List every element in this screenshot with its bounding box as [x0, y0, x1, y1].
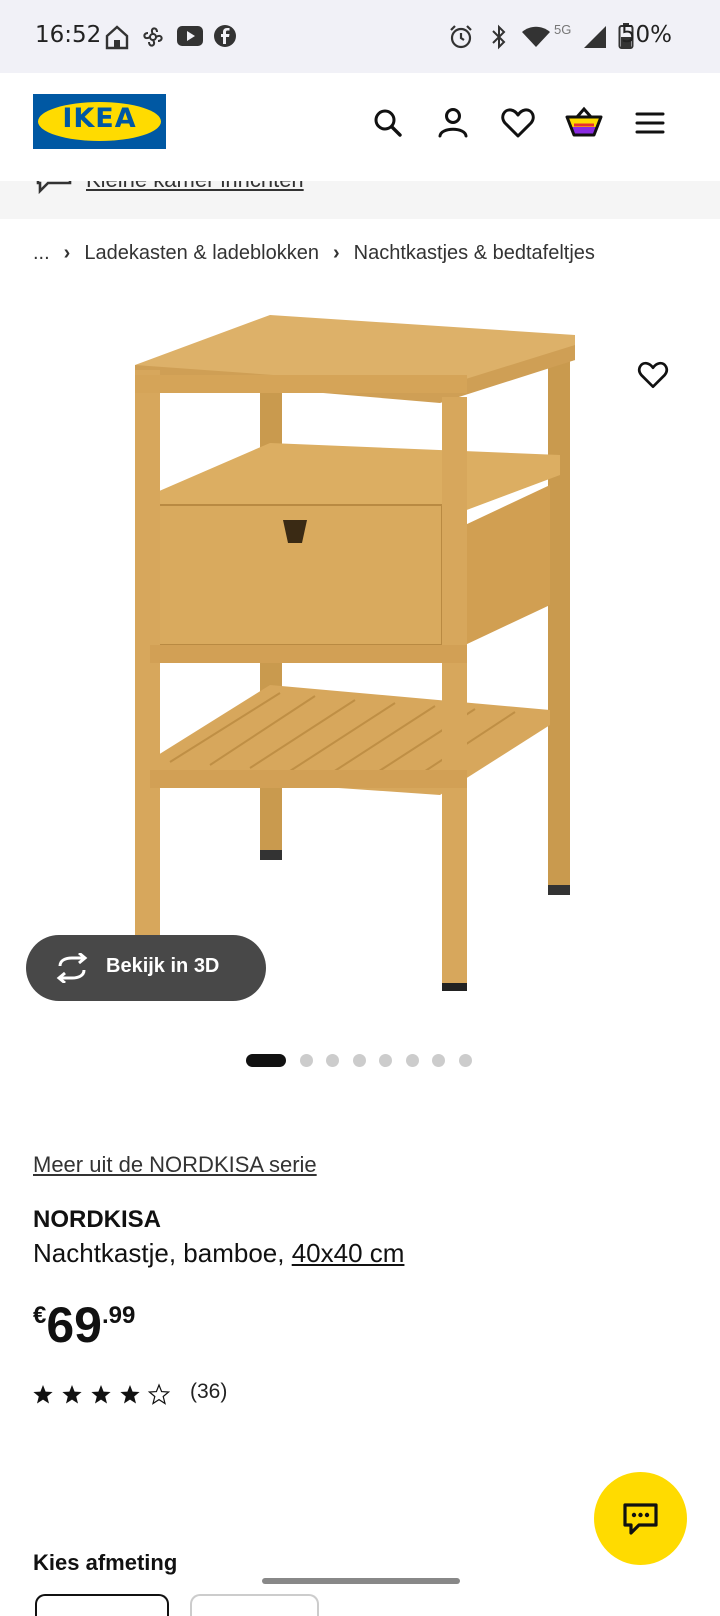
- breadcrumb-item[interactable]: Nachtkastjes & bedtafeltjes: [354, 242, 595, 265]
- rotate-3d-icon: [56, 953, 88, 983]
- banner-link[interactable]: Kleine kamer inrichten: [86, 181, 304, 193]
- product-type: Nachtkastje, bamboe,: [33, 1238, 285, 1268]
- battery-percent: 50%: [620, 22, 672, 48]
- product-image[interactable]: [120, 315, 600, 1015]
- pagination-dot-active[interactable]: [246, 1054, 286, 1067]
- pagination-dot[interactable]: [300, 1054, 313, 1067]
- price-integer: 69: [46, 1297, 102, 1353]
- size-link[interactable]: 40x40 cm: [292, 1238, 405, 1268]
- logo-text: IKEA: [62, 103, 137, 134]
- signal-icon: [584, 26, 606, 48]
- basket-icon[interactable]: [564, 103, 604, 143]
- promo-banner[interactable]: Kleine kamer inrichten: [0, 181, 720, 219]
- breadcrumb: ... › Ladekasten & ladeblokken › Nachtkastje…: [33, 242, 595, 265]
- youtube-icon: [177, 26, 203, 46]
- facebook-icon: [214, 25, 236, 47]
- view-3d-label: Bekijk in 3D: [106, 955, 220, 977]
- alarm-icon: [450, 25, 472, 49]
- chevron-right-icon: ›: [332, 242, 340, 264]
- pagination-dot[interactable]: [406, 1054, 419, 1067]
- product-description: Nachtkastje, bamboe, 40x40 cm: [33, 1238, 404, 1269]
- size-option[interactable]: [190, 1594, 319, 1616]
- product-name: NORDKISA: [33, 1206, 162, 1233]
- status-time: 16:52: [35, 22, 102, 48]
- wifi-icon: [522, 26, 550, 47]
- home-app-icon: [105, 25, 129, 50]
- view-3d-button[interactable]: Bekijk in 3D: [26, 935, 266, 1001]
- account-icon[interactable]: [433, 103, 473, 143]
- pagination-dot[interactable]: [459, 1054, 472, 1067]
- rating-stars[interactable]: [33, 1381, 178, 1407]
- series-link[interactable]: Meer uit de NORDKISA serie: [33, 1152, 317, 1178]
- pagination-dot[interactable]: [326, 1054, 339, 1067]
- menu-icon[interactable]: [630, 103, 670, 143]
- home-indicator[interactable]: [262, 1578, 460, 1584]
- chat-bubble-icon: [36, 181, 72, 195]
- network-type: 5G: [554, 22, 572, 37]
- product-price: €69.99: [33, 1296, 135, 1354]
- ikea-logo[interactable]: IKEA: [33, 94, 166, 149]
- chat-button[interactable]: [594, 1472, 687, 1565]
- pagination-dot[interactable]: [353, 1054, 366, 1067]
- bluetooth-icon: [492, 24, 506, 50]
- price-decimals: .99: [101, 1302, 136, 1329]
- pagination-dot[interactable]: [379, 1054, 392, 1067]
- size-section-title: Kies afmeting: [33, 1550, 178, 1575]
- wishlist-heart-icon[interactable]: [498, 103, 538, 143]
- breadcrumb-item[interactable]: Ladekasten & ladeblokken: [84, 242, 319, 265]
- chevron-right-icon: ›: [63, 242, 71, 264]
- pagination-dot[interactable]: [432, 1054, 445, 1067]
- search-icon[interactable]: [368, 103, 408, 143]
- chat-icon: [623, 1503, 658, 1535]
- add-to-wishlist-heart-icon[interactable]: [635, 357, 671, 393]
- price-currency: €: [33, 1302, 47, 1329]
- breadcrumb-ellipsis[interactable]: ...: [33, 242, 50, 265]
- size-option-selected[interactable]: [35, 1594, 169, 1616]
- pinwheel-icon: [143, 27, 163, 47]
- review-count[interactable]: (36): [190, 1380, 227, 1404]
